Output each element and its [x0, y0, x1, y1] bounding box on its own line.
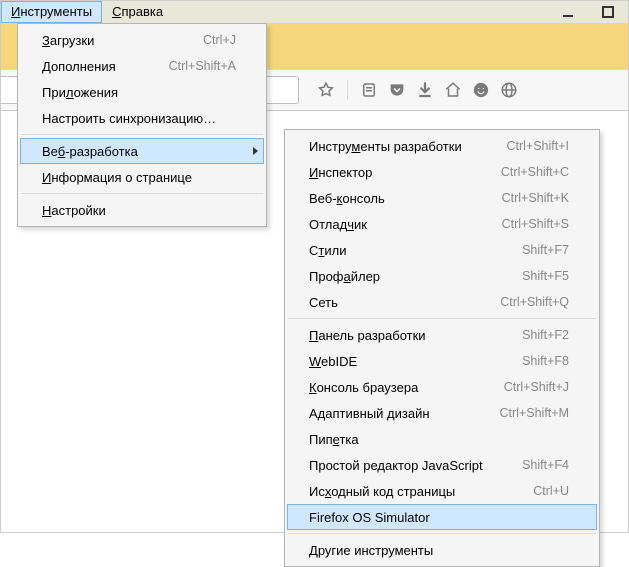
submenu-scratchpad[interactable]: Простой редактор JavaScript Shift+F4 — [287, 452, 597, 478]
submenu-fxos[interactable]: Firefox OS Simulator — [287, 504, 597, 530]
submenu-eyedropper-label: Пипетка — [309, 432, 569, 447]
submenu-more[interactable]: Другие инструменты — [287, 537, 597, 563]
bookmark-star-icon[interactable] — [313, 77, 339, 103]
submenu-fxos-label: Firefox OS Simulator — [309, 510, 569, 525]
menu-downloads[interactable]: Загрузки Ctrl+J — [20, 27, 264, 53]
submenu-inspector-label: Инспектор — [309, 165, 473, 180]
submenu-devtools-shortcut: Ctrl+Shift+I — [506, 139, 569, 153]
window-minimize-button[interactable] — [548, 1, 588, 23]
submenu-scratchpad-label: Простой редактор JavaScript — [309, 458, 494, 473]
menubar-help-label: Справка — [112, 4, 163, 19]
menu-sync-label: Настроить синхронизацию… — [42, 111, 236, 126]
submenu-styles-label: Стили — [309, 243, 494, 258]
submenu-webide-shortcut: Shift+F8 — [522, 354, 569, 368]
submenu-responsive-shortcut: Ctrl+Shift+M — [500, 406, 569, 420]
submenu-source-label: Исходный код страницы — [309, 484, 505, 499]
submenu-profiler-label: Профайлер — [309, 269, 494, 284]
submenu-console-label: Веб-консоль — [309, 191, 474, 206]
menu-downloads-label: Загрузки — [42, 33, 175, 48]
menu-downloads-shortcut: Ctrl+J — [203, 33, 236, 47]
submenu-debugger-shortcut: Ctrl+Shift+S — [502, 217, 569, 231]
window-controls — [548, 1, 628, 25]
submenu-scratchpad-shortcut: Shift+F4 — [522, 458, 569, 472]
smiley-icon[interactable] — [468, 77, 494, 103]
submenu-responsive-label: Адаптивный дизайн — [309, 406, 472, 421]
home-icon[interactable] — [440, 77, 466, 103]
toolbar-icons — [313, 77, 522, 103]
menu-webdev[interactable]: Веб-разработка — [20, 138, 264, 164]
downloads-icon[interactable] — [412, 77, 438, 103]
submenu-debugger[interactable]: Отладчик Ctrl+Shift+S — [287, 211, 597, 237]
pocket-icon[interactable] — [384, 77, 410, 103]
submenu-console[interactable]: Веб-консоль Ctrl+Shift+K — [287, 185, 597, 211]
submenu-more-label: Другие инструменты — [309, 543, 569, 558]
menu-apps-label: Приложения — [42, 85, 236, 100]
menu-webdev-label: Веб-разработка — [42, 144, 236, 159]
submenu-devbar[interactable]: Панель разработки Shift+F2 — [287, 322, 597, 348]
submenu-profiler-shortcut: Shift+F5 — [522, 269, 569, 283]
reading-list-icon[interactable] — [356, 77, 382, 103]
menu-settings-label: Настройки — [42, 203, 236, 218]
globe-icon[interactable] — [496, 77, 522, 103]
window-maximize-button[interactable] — [588, 1, 628, 23]
menu-pageinfo-label: Информация о странице — [42, 170, 236, 185]
menubar-tools-label: Инструменты — [11, 4, 92, 19]
menu-pageinfo[interactable]: Информация о странице — [20, 164, 264, 190]
menu-addons-shortcut: Ctrl+Shift+A — [169, 59, 236, 73]
submenu-devbar-label: Панель разработки — [309, 328, 494, 343]
webdev-submenu: Инструменты разработки Ctrl+Shift+I Инсп… — [284, 129, 600, 567]
menubar: Инструменты Справка — [1, 1, 628, 23]
menubar-tools[interactable]: Инструменты — [1, 1, 102, 23]
menu-separator — [288, 318, 596, 319]
menu-sync[interactable]: Настроить синхронизацию… — [20, 105, 264, 131]
submenu-devtools-label: Инструменты разработки — [309, 139, 478, 154]
submenu-debugger-label: Отладчик — [309, 217, 474, 232]
toolbar-separator — [347, 80, 348, 100]
submenu-inspector-shortcut: Ctrl+Shift+C — [501, 165, 569, 179]
submenu-profiler[interactable]: Профайлер Shift+F5 — [287, 263, 597, 289]
submenu-browsercon[interactable]: Консоль браузера Ctrl+Shift+J — [287, 374, 597, 400]
submenu-console-shortcut: Ctrl+Shift+K — [502, 191, 569, 205]
submenu-browsercon-label: Консоль браузера — [309, 380, 476, 395]
menu-separator — [288, 533, 596, 534]
menubar-help[interactable]: Справка — [102, 1, 173, 23]
submenu-devbar-shortcut: Shift+F2 — [522, 328, 569, 342]
submenu-network[interactable]: Сеть Ctrl+Shift+Q — [287, 289, 597, 315]
submenu-network-label: Сеть — [309, 295, 472, 310]
menu-settings[interactable]: Настройки — [20, 197, 264, 223]
submenu-inspector[interactable]: Инспектор Ctrl+Shift+C — [287, 159, 597, 185]
menu-addons[interactable]: Дополнения Ctrl+Shift+A — [20, 53, 264, 79]
submenu-network-shortcut: Ctrl+Shift+Q — [500, 295, 569, 309]
menu-addons-label: Дополнения — [42, 59, 141, 74]
submenu-webide[interactable]: WebIDE Shift+F8 — [287, 348, 597, 374]
submenu-styles[interactable]: Стили Shift+F7 — [287, 237, 597, 263]
submenu-eyedropper[interactable]: Пипетка — [287, 426, 597, 452]
submenu-webide-label: WebIDE — [309, 354, 494, 369]
submenu-source-shortcut: Ctrl+U — [533, 484, 569, 498]
submenu-devtools[interactable]: Инструменты разработки Ctrl+Shift+I — [287, 133, 597, 159]
tools-menu: Загрузки Ctrl+J Дополнения Ctrl+Shift+A … — [17, 23, 267, 227]
submenu-browsercon-shortcut: Ctrl+Shift+J — [504, 380, 569, 394]
menu-separator — [21, 193, 263, 194]
submenu-styles-shortcut: Shift+F7 — [522, 243, 569, 257]
submenu-responsive[interactable]: Адаптивный дизайн Ctrl+Shift+M — [287, 400, 597, 426]
submenu-arrow-icon — [253, 147, 258, 155]
menu-separator — [21, 134, 263, 135]
menu-apps[interactable]: Приложения — [20, 79, 264, 105]
submenu-source[interactable]: Исходный код страницы Ctrl+U — [287, 478, 597, 504]
